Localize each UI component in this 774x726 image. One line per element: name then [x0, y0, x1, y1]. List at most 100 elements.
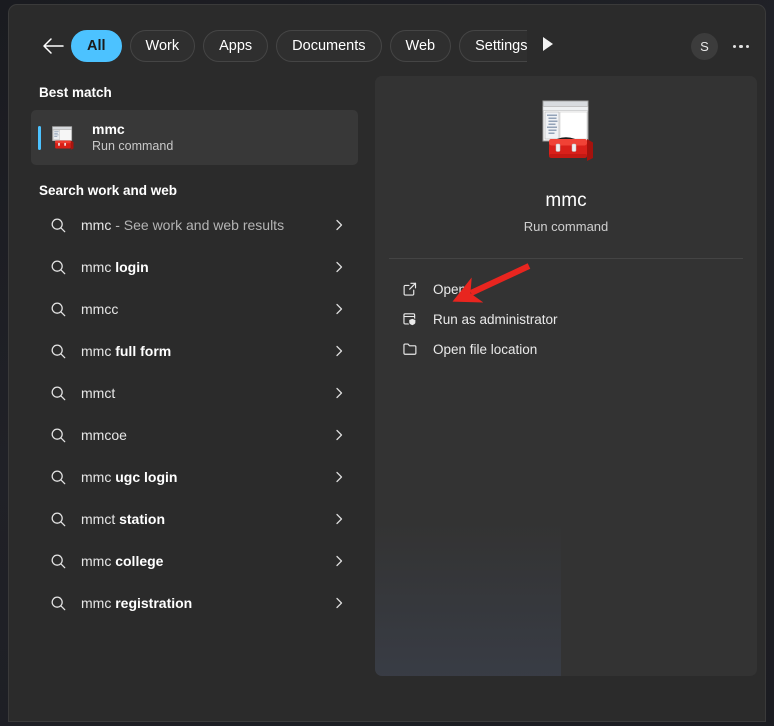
result-suffix-text: station [115, 511, 165, 527]
action-open-label: Open [433, 281, 467, 297]
search-result-label: mmct station [81, 511, 165, 527]
tabs-list: All Work Apps Documents Web Settings Peo… [71, 29, 527, 63]
chevron-right-icon[interactable] [332, 344, 346, 358]
ellipsis-dot [739, 44, 743, 49]
ellipsis-icon [732, 44, 737, 49]
result-suffix-text: login [111, 259, 149, 275]
play-triangle-icon [543, 37, 553, 51]
ellipsis-dot [745, 44, 750, 49]
search-result-label: mmct [81, 385, 115, 401]
search-web-header: Search work and web [39, 183, 178, 198]
tab-all[interactable]: All [71, 30, 122, 62]
result-query-text: mmct [81, 511, 116, 527]
mmc-toolbox-icon [49, 124, 77, 152]
result-suffix-text: full form [111, 343, 172, 359]
result-query-text: mmc [81, 553, 112, 569]
more-options-button[interactable] [727, 33, 755, 60]
search-results-column: Best match mmc Run command Search work a… [9, 75, 367, 721]
search-result-row[interactable]: mmc - See work and web results [31, 204, 358, 246]
web-results-list: mmc - See work and web results mmc login m… [9, 204, 367, 624]
search-icon [49, 468, 67, 486]
preview-title: mmc [545, 190, 587, 211]
chevron-right-icon[interactable] [332, 470, 346, 484]
action-run-as-administrator-label: Run as administrator [433, 311, 558, 327]
search-result-label: mmc registration [81, 595, 192, 611]
search-result-label: mmc full form [81, 343, 171, 359]
action-open-file-location[interactable]: Open file location [387, 334, 745, 364]
result-query-text: mmcoe [81, 427, 127, 443]
search-result-label: mmc ugc login [81, 469, 177, 485]
chevron-right-icon[interactable] [332, 554, 346, 568]
search-tab-bar: All Work Apps Documents Web Settings Peo… [9, 5, 765, 75]
search-icon [49, 552, 67, 570]
search-result-row[interactable]: mmct station [31, 498, 358, 540]
search-icon [49, 384, 67, 402]
tabs-overflow-button[interactable] [541, 37, 559, 55]
search-result-label: mmc - See work and web results [81, 217, 284, 233]
folder-icon [401, 340, 419, 358]
tab-settings[interactable]: Settings [459, 30, 527, 62]
tab-apps[interactable]: Apps [203, 30, 269, 62]
search-icon [49, 510, 67, 528]
tab-work[interactable]: Work [129, 30, 196, 62]
search-result-row[interactable]: mmcc [31, 288, 358, 330]
mmc-toolbox-icon [530, 96, 602, 168]
result-query-text: mmc [81, 343, 112, 359]
action-open[interactable]: Open [387, 274, 745, 304]
chevron-right-icon[interactable] [332, 218, 346, 232]
chevron-right-icon[interactable] [332, 386, 346, 400]
wallpaper-tint [375, 496, 561, 676]
external-link-icon [401, 280, 419, 298]
result-suffix-text: registration [111, 595, 193, 611]
search-icon [49, 300, 67, 318]
search-result-row[interactable]: mmc registration [31, 582, 358, 624]
best-match-title: mmc [92, 121, 125, 137]
best-match-result[interactable]: mmc Run command [31, 110, 358, 165]
result-query-text: mmc [81, 469, 112, 485]
best-match-header: Best match [39, 85, 112, 100]
search-result-row[interactable]: mmc college [31, 540, 358, 582]
result-suffix-text: college [111, 553, 164, 569]
windows-search-window: All Work Apps Documents Web Settings Peo… [8, 4, 766, 722]
account-avatar[interactable]: S [691, 33, 718, 60]
search-result-row[interactable]: mmc full form [31, 330, 358, 372]
action-run-as-administrator[interactable]: Run as administrator [387, 304, 745, 334]
preview-divider [389, 258, 743, 259]
selection-accent-bar [38, 126, 41, 150]
search-result-row[interactable]: mmcoe [31, 414, 358, 456]
result-suffix-text: ugc login [111, 469, 178, 485]
result-query-text: mmc [81, 595, 112, 611]
result-query-text: mmcc [81, 301, 119, 317]
action-open-file-location-label: Open file location [433, 341, 538, 357]
best-match-subtitle: Run command [92, 139, 174, 153]
search-result-row[interactable]: mmct [31, 372, 358, 414]
search-icon [49, 258, 67, 276]
best-match-text: mmc Run command [92, 121, 173, 154]
search-result-label: mmcc [81, 301, 118, 317]
search-icon [49, 594, 67, 612]
chevron-right-icon[interactable] [332, 302, 346, 316]
shield-window-icon [401, 310, 419, 328]
chevron-right-icon[interactable] [332, 596, 346, 610]
tabs-scroll-container: All Work Apps Documents Web Settings Peo… [71, 29, 527, 63]
search-result-label: mmc college [81, 553, 163, 569]
tab-documents[interactable]: Documents [276, 30, 382, 62]
preview-actions-list: Open Run as administrator Open file loca… [375, 274, 757, 364]
search-result-row[interactable]: mmc login [31, 246, 358, 288]
back-button[interactable] [39, 33, 67, 59]
search-icon [49, 426, 67, 444]
back-arrow-icon [43, 38, 64, 54]
search-result-label: mmc login [81, 259, 149, 275]
result-query-text: mmc [81, 259, 112, 275]
tab-web[interactable]: Web [389, 30, 452, 62]
result-suffix-text: - See work and web results [111, 217, 285, 233]
search-icon [49, 342, 67, 360]
chevron-right-icon[interactable] [332, 512, 346, 526]
search-icon [49, 216, 67, 234]
chevron-right-icon[interactable] [332, 428, 346, 442]
search-result-row[interactable]: mmc ugc login [31, 456, 358, 498]
chevron-right-icon[interactable] [332, 260, 346, 274]
result-query-text: mmct [81, 385, 116, 401]
search-result-label: mmcoe [81, 427, 127, 443]
preview-panel: mmc Run command Open Run as administrato… [375, 76, 757, 676]
